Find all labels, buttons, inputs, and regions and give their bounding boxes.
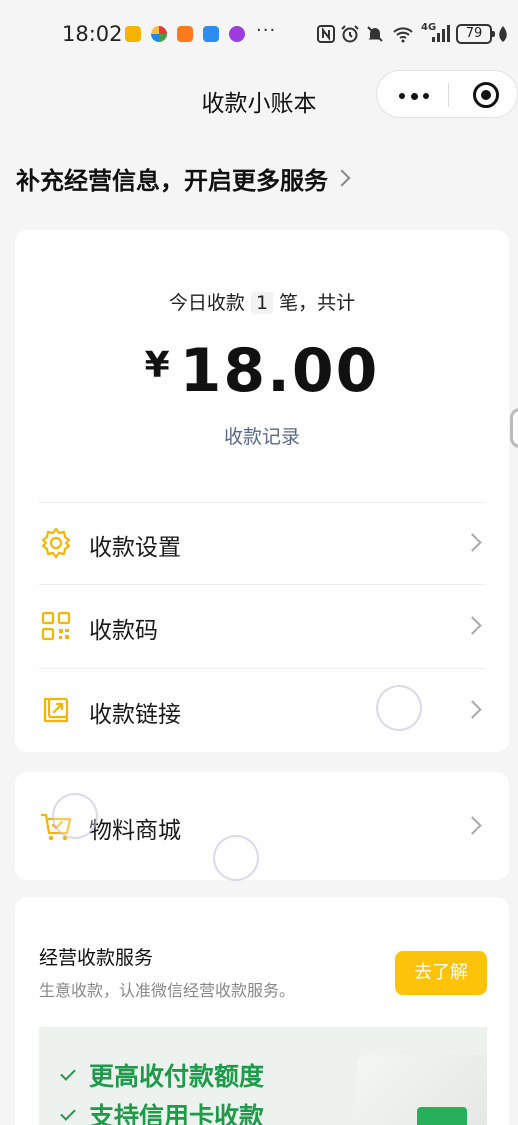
mini-program-capsule	[376, 70, 518, 118]
banner-illustration	[357, 1055, 487, 1125]
battery-indicator: 79	[456, 24, 495, 44]
wifi-icon	[393, 27, 413, 43]
menu-item-collection-settings[interactable]: 收款设置	[15, 502, 509, 584]
capsule-divider	[448, 83, 449, 107]
chevron-right-icon	[463, 816, 482, 835]
mute-icon	[367, 26, 383, 42]
feature-text: 更高收付款额度	[89, 1062, 265, 1091]
menu-item-label: 收款设置	[89, 535, 181, 561]
status-bar: 18:02 ··· 4G 79	[0, 0, 518, 68]
feature-item: 更高收付款额度	[60, 1057, 265, 1093]
qr-code-icon	[41, 611, 71, 641]
feature-item: 支持信用卡收款	[60, 1097, 265, 1125]
check-icon	[60, 1065, 76, 1081]
nfc-icon	[317, 25, 335, 43]
business-info-promo-link[interactable]: 补充经营信息，开启更多服务	[16, 160, 351, 196]
touch-ripple	[213, 835, 259, 881]
menu-item-label: 物料商城	[89, 818, 181, 844]
touch-ripple	[376, 685, 422, 731]
menu-item-label: 收款链接	[89, 702, 181, 728]
amount-value: 18.00	[179, 336, 380, 406]
close-mini-program-icon[interactable]	[473, 82, 499, 108]
today-prefix: 今日收款	[168, 292, 245, 314]
today-amount: ¥18.00	[15, 336, 509, 406]
status-time: 18:02	[62, 22, 123, 46]
today-summary: 今日收款 1 笔，共计	[15, 288, 509, 315]
signal-icon	[432, 25, 450, 42]
service-title: 经营收款服务	[39, 947, 154, 969]
promo-text: 补充经营信息，开启更多服务	[16, 166, 328, 195]
currency-symbol: ¥	[144, 345, 170, 386]
check-icon	[60, 1105, 76, 1121]
service-banner[interactable]: 更高收付款额度 支持信用卡收款	[39, 1027, 487, 1125]
alarm-icon	[341, 25, 359, 43]
chevron-right-icon	[463, 700, 482, 719]
service-subtitle: 生意收款，认准微信经营收款服务。	[39, 981, 296, 1000]
menu-item-collection-link[interactable]: 收款链接	[15, 669, 509, 751]
leaf-icon	[499, 26, 507, 42]
collection-records-link[interactable]: 收款记录	[15, 422, 509, 449]
today-suffix: 笔，共计	[279, 292, 356, 314]
pinwheel-app-icon	[151, 26, 167, 42]
today-count: 1	[250, 292, 274, 314]
edge-floating-handle[interactable]	[510, 408, 518, 448]
chevron-right-icon	[463, 616, 482, 635]
more-notifications: ···	[256, 20, 277, 41]
link-icon	[43, 697, 69, 723]
touch-ripple	[52, 793, 98, 839]
mail-app-icon	[125, 26, 141, 42]
orange-app-icon	[177, 26, 193, 42]
more-options-icon[interactable]	[399, 92, 429, 100]
business-service-card: 经营收款服务 生意收款，认准微信经营收款服务。 去了解 更高收付款额度 支持信用…	[15, 897, 509, 1125]
music-app-icon	[229, 26, 245, 42]
banner-tag	[417, 1107, 467, 1125]
gear-icon	[41, 527, 71, 559]
menu-item-label: 收款码	[89, 618, 158, 644]
chevron-right-icon	[333, 169, 351, 187]
chevron-right-icon	[463, 533, 482, 552]
learn-more-button[interactable]: 去了解	[395, 951, 487, 995]
menu-item-collection-code[interactable]: 收款码	[15, 585, 509, 667]
collection-summary-card: 今日收款 1 笔，共计 ¥18.00 收款记录 收款设置 收款码 收款链接	[15, 230, 509, 752]
feature-text: 支持信用卡收款	[89, 1102, 265, 1125]
weather-app-icon	[203, 26, 219, 42]
